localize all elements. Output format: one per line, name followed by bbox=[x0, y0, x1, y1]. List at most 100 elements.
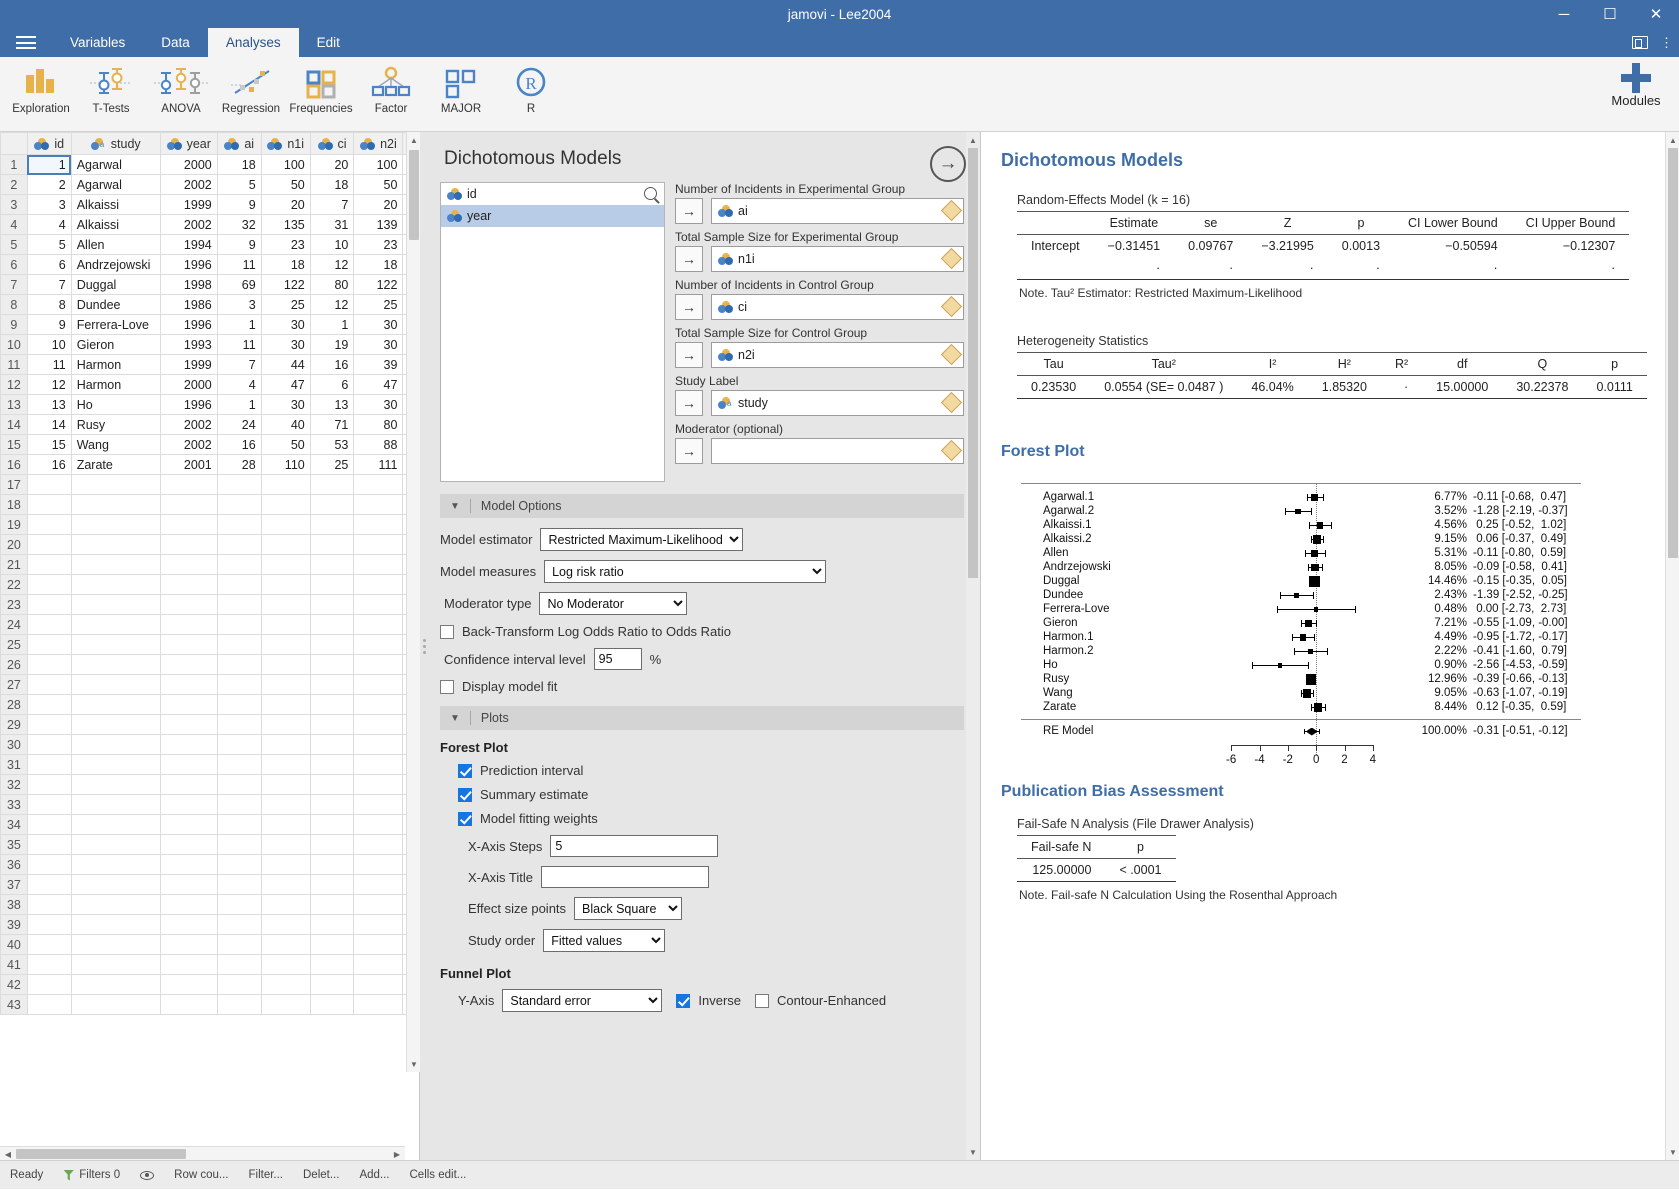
table-cell[interactable] bbox=[260, 594, 311, 615]
table-cell[interactable] bbox=[216, 894, 262, 915]
table-cell[interactable] bbox=[353, 754, 404, 775]
table-cell[interactable] bbox=[353, 874, 404, 895]
model-options-section-header[interactable]: ▼ Model Options bbox=[440, 494, 964, 518]
table-cell[interactable] bbox=[309, 474, 355, 495]
table-cell[interactable]: Agarwal bbox=[70, 174, 161, 195]
table-cell[interactable]: 14 bbox=[26, 414, 72, 435]
table-cell[interactable]: 1994 bbox=[159, 234, 218, 255]
table-row[interactable]: 42 bbox=[0, 974, 420, 995]
table-row[interactable]: 39 bbox=[0, 914, 420, 935]
ribbon-exploration[interactable]: Exploration bbox=[6, 57, 76, 129]
available-variables-list[interactable]: id year bbox=[440, 182, 665, 482]
table-cell[interactable] bbox=[260, 514, 311, 535]
table-cell[interactable] bbox=[216, 834, 262, 855]
table-cell[interactable] bbox=[216, 694, 262, 715]
table-cell[interactable] bbox=[309, 834, 355, 855]
table-cell[interactable] bbox=[159, 634, 218, 655]
model-measures-select[interactable]: Log risk ratioLog odds ratioRisk differe… bbox=[544, 560, 827, 583]
table-cell[interactable]: 25 bbox=[309, 454, 355, 475]
table-cell[interactable]: 2002 bbox=[159, 414, 218, 435]
table-cell[interactable] bbox=[309, 594, 355, 615]
table-cell[interactable] bbox=[70, 774, 161, 795]
table-cell[interactable] bbox=[70, 754, 161, 775]
table-row[interactable]: 15 15 Wang 2002 16 50 53 88 bbox=[0, 434, 420, 455]
table-cell[interactable] bbox=[159, 494, 218, 515]
moderator-type-select[interactable]: No ModeratorCategoricalContinuous bbox=[539, 592, 688, 615]
row-header[interactable]: 4 bbox=[0, 214, 28, 235]
table-cell[interactable]: 50 bbox=[353, 174, 404, 195]
target-field-study[interactable]: study bbox=[711, 390, 964, 416]
scroll-right-icon[interactable]: ▶ bbox=[389, 1147, 405, 1161]
table-cell[interactable] bbox=[70, 554, 161, 575]
table-cell[interactable] bbox=[70, 534, 161, 555]
table-cell[interactable]: 4 bbox=[216, 374, 262, 395]
scroll-thumb[interactable] bbox=[409, 150, 419, 240]
table-cell[interactable]: 1998 bbox=[159, 274, 218, 295]
table-cell[interactable]: 18 bbox=[260, 254, 311, 275]
table-cell[interactable] bbox=[26, 934, 72, 955]
row-header[interactable]: 12 bbox=[0, 374, 28, 395]
table-cell[interactable] bbox=[159, 594, 218, 615]
table-cell[interactable] bbox=[70, 854, 161, 875]
table-cell[interactable]: 122 bbox=[353, 274, 404, 295]
table-row[interactable]: 37 bbox=[0, 874, 420, 895]
row-header[interactable]: 20 bbox=[0, 534, 28, 555]
table-cell[interactable]: Ferrera-Love bbox=[70, 314, 161, 335]
assign-moderator-button[interactable]: → bbox=[675, 438, 703, 464]
table-cell[interactable] bbox=[260, 774, 311, 795]
table-cell[interactable]: 13 bbox=[26, 394, 72, 415]
table-cell[interactable] bbox=[26, 714, 72, 735]
table-row[interactable]: 24 bbox=[0, 614, 420, 635]
table-cell[interactable] bbox=[159, 954, 218, 975]
table-cell[interactable] bbox=[309, 794, 355, 815]
funnel-y-axis-select[interactable]: Standard errorSampling varianceInverse s… bbox=[502, 989, 663, 1012]
table-cell[interactable]: Andrzejowski bbox=[70, 254, 161, 275]
table-row[interactable]: 7 7 Duggal 1998 69 122 80 122 bbox=[0, 274, 420, 295]
table-cell[interactable] bbox=[309, 734, 355, 755]
table-cell[interactable]: 7 bbox=[216, 354, 262, 375]
table-cell[interactable] bbox=[260, 874, 311, 895]
spreadsheet-horizontal-scrollbar[interactable]: ◀ ▶ bbox=[0, 1146, 405, 1160]
row-header[interactable]: 38 bbox=[0, 894, 28, 915]
ci-level-input[interactable] bbox=[593, 648, 642, 670]
table-cell[interactable] bbox=[26, 894, 72, 915]
table-cell[interactable] bbox=[353, 594, 404, 615]
table-cell[interactable] bbox=[309, 634, 355, 655]
table-cell[interactable] bbox=[26, 534, 72, 555]
status-filter[interactable]: Filter... bbox=[238, 1161, 293, 1190]
table-cell[interactable] bbox=[216, 994, 262, 1015]
table-cell[interactable] bbox=[216, 774, 262, 795]
table-cell[interactable]: 2001 bbox=[159, 454, 218, 475]
results-vertical-scrollbar[interactable]: ▲ ▼ bbox=[1665, 132, 1679, 1160]
table-cell[interactable]: 1996 bbox=[159, 254, 218, 275]
table-cell[interactable]: Zarate bbox=[70, 454, 161, 475]
table-cell[interactable]: 2002 bbox=[159, 214, 218, 235]
table-cell[interactable] bbox=[216, 654, 262, 675]
table-cell[interactable] bbox=[26, 954, 72, 975]
table-cell[interactable] bbox=[159, 874, 218, 895]
table-cell[interactable]: 100 bbox=[260, 154, 311, 175]
table-cell[interactable]: Rusy bbox=[70, 414, 161, 435]
row-header[interactable]: 35 bbox=[0, 834, 28, 855]
table-cell[interactable] bbox=[353, 974, 404, 995]
table-row[interactable]: 12 12 Harmon 2000 4 47 6 47 bbox=[0, 374, 420, 395]
back-transform-checkbox[interactable] bbox=[440, 624, 454, 639]
row-header[interactable]: 26 bbox=[0, 654, 28, 675]
row-header[interactable]: 9 bbox=[0, 314, 28, 335]
row-header[interactable]: 37 bbox=[0, 874, 28, 895]
table-row[interactable]: 10 10 Gieron 1993 11 30 19 30 bbox=[0, 334, 420, 355]
col-header-n2i[interactable]: n2i bbox=[353, 132, 404, 155]
table-cell[interactable]: 13 bbox=[309, 394, 355, 415]
table-cell[interactable] bbox=[70, 834, 161, 855]
table-cell[interactable] bbox=[159, 654, 218, 675]
table-cell[interactable] bbox=[353, 674, 404, 695]
table-cell[interactable] bbox=[260, 994, 311, 1015]
table-cell[interactable]: 23 bbox=[260, 234, 311, 255]
status-cells-edited[interactable]: Cells edit... bbox=[400, 1161, 477, 1190]
table-cell[interactable] bbox=[353, 774, 404, 795]
table-cell[interactable] bbox=[353, 954, 404, 975]
table-cell[interactable] bbox=[26, 494, 72, 515]
table-cell[interactable] bbox=[70, 674, 161, 695]
assign-ci-button[interactable]: → bbox=[675, 294, 703, 320]
table-cell[interactable] bbox=[159, 974, 218, 995]
